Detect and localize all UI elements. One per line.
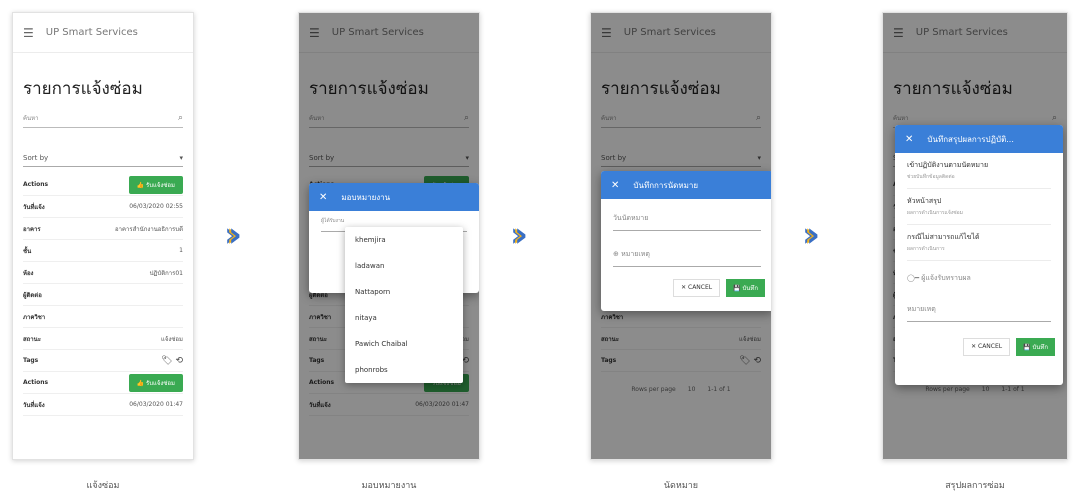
flow-arrow-icon: ››› bbox=[224, 215, 242, 255]
close-icon[interactable]: ✕ bbox=[319, 192, 327, 203]
dialog-title: มอบหมายงาน bbox=[341, 192, 391, 202]
search-input[interactable]: ค้นหา ⌕ bbox=[23, 109, 183, 128]
assignee-option[interactable]: phonrobs bbox=[345, 357, 463, 383]
cancel-button[interactable]: ✕ CANCEL bbox=[673, 279, 721, 297]
chevron-down-icon: ▾ bbox=[179, 154, 183, 162]
app-title: UP Smart Services bbox=[45, 27, 138, 38]
menu-icon[interactable]: ☰ bbox=[23, 26, 34, 40]
sort-select[interactable]: Sort by ▾ bbox=[23, 150, 183, 167]
phone-assign: ☰ UP Smart Services รายการแจ้งซ่อม ค้นหา ⌕… bbox=[298, 12, 480, 460]
close-icon[interactable]: ✕ bbox=[905, 134, 913, 145]
caption: แจ้งซ่อม bbox=[86, 481, 120, 491]
table-row: ชั้น 1 bbox=[23, 240, 183, 262]
actions-row: Actions 👍 รับแจ้งซ่อม bbox=[23, 174, 183, 196]
list-item[interactable]: หัวหน้าสรุป ผลการดำเนินการแจ้งซ่อม bbox=[907, 189, 1051, 225]
accept-button[interactable]: 👍 รับแจ้งซ่อม bbox=[128, 373, 183, 392]
assignee-option[interactable]: Nattaporn bbox=[345, 279, 463, 305]
caption: นัดหมาย bbox=[663, 481, 699, 491]
phone-appointment: ☰ UP Smart Services รายการแจ้งซ่อม ค้นหา ⌕… bbox=[590, 12, 772, 460]
table-row: ผู้ติดต่อ bbox=[23, 284, 183, 306]
caption: มอบหมายงาน bbox=[361, 481, 417, 491]
phone-summary: ☰ UP Smart Services รายการแจ้งซ่อม ค้นหา ⌕… bbox=[882, 12, 1068, 460]
save-button[interactable]: 💾 บันทึก bbox=[726, 279, 765, 297]
toggle-icon: ◯━ bbox=[907, 274, 920, 282]
assignee-option[interactable]: khemjira bbox=[345, 227, 463, 253]
save-button[interactable]: 💾 บันทึก bbox=[1016, 338, 1055, 356]
table-row: วันที่แจ้ง 06/03/2020 01:47 bbox=[23, 394, 183, 416]
app-bar: ☰ UP Smart Services bbox=[13, 13, 193, 53]
assignee-option[interactable]: Pawich Chaibal bbox=[345, 331, 463, 357]
tags-label: Tags bbox=[23, 357, 39, 364]
table-row: ห้อง ปฏิบัติการ01 bbox=[23, 262, 183, 284]
flow-arrow-icon: ››› bbox=[510, 215, 528, 255]
caption: สรุปผลการซ่อม bbox=[945, 481, 1005, 491]
summary-dialog: ✕ บันทึกสรุปผลการปฏิบัติ... เข้าปฏิบัติงา… bbox=[895, 125, 1063, 385]
tag-icon[interactable]: 🏷 bbox=[161, 356, 172, 366]
table-row: อาคาร อาคารสำนักงานอธิการบดี bbox=[23, 218, 183, 240]
note-field[interactable]: หมายเหตุ bbox=[907, 298, 1051, 322]
table-row: ภาควิชา bbox=[23, 306, 183, 328]
assignee-option[interactable]: ladawan bbox=[345, 253, 463, 279]
actions-label: Actions bbox=[23, 181, 49, 188]
assignee-dropdown: khemjira ladawan Nattaporn nitaya Pawich… bbox=[345, 227, 463, 383]
page-title: รายการแจ้งซ่อม bbox=[23, 79, 143, 99]
note-field[interactable]: ⊕ หมายเหตุ bbox=[613, 243, 761, 267]
search-icon[interactable]: ⌕ bbox=[178, 113, 183, 123]
actions-row: Actions 👍 รับแจ้งซ่อม bbox=[23, 372, 183, 394]
tags-row: Tags 🏷 ⟲ bbox=[23, 350, 183, 372]
history-icon[interactable]: ⟲ bbox=[175, 356, 183, 366]
accept-button[interactable]: 👍 รับแจ้งซ่อม bbox=[128, 175, 183, 194]
table-row: สถานะ แจ้งซ่อม bbox=[23, 328, 183, 350]
add-circle-icon: ⊕ bbox=[613, 250, 619, 258]
appointment-dialog: ✕ บันทึกการนัดหมาย วันนัดหมาย ⊕ หมายเหตุ … bbox=[601, 171, 771, 311]
flow-arrow-icon: ››› bbox=[802, 215, 820, 255]
close-icon[interactable]: ✕ bbox=[611, 180, 619, 191]
appointment-date-field[interactable]: วันนัดหมาย bbox=[613, 207, 761, 231]
search-placeholder: ค้นหา bbox=[23, 115, 39, 122]
cancel-button[interactable]: ✕ CANCEL bbox=[963, 338, 1011, 356]
list-item[interactable]: กรณีไม่สามารถแก้ไขได้ ผลการดำเนินการ bbox=[907, 225, 1051, 261]
acknowledge-toggle[interactable]: ◯━ ผู้แจ้งรับทราบผล bbox=[907, 267, 1051, 290]
phone-list: ☰ UP Smart Services รายการแจ้งซ่อม ค้นหา… bbox=[12, 12, 194, 460]
sort-label: Sort by bbox=[23, 154, 49, 162]
assignee-option[interactable]: nitaya bbox=[345, 305, 463, 331]
table-row: วันที่แจ้ง 06/03/2020 02:55 bbox=[23, 196, 183, 218]
list-item[interactable]: เข้าปฏิบัติงานตามนัดหมาย ช่วยบันทึกข้อมูล… bbox=[907, 153, 1051, 189]
